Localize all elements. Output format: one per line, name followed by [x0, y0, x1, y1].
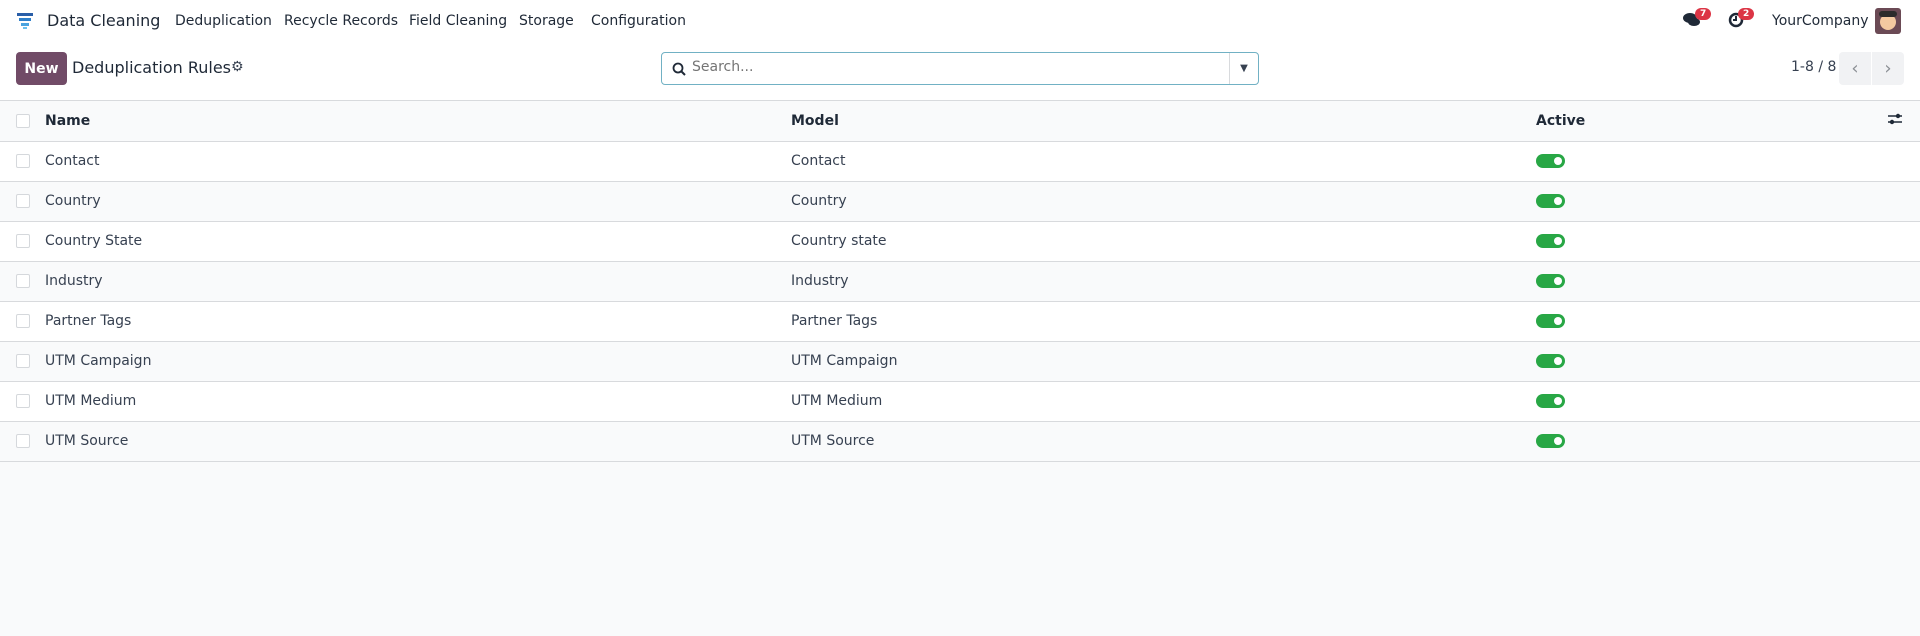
messages-button[interactable]: 7 — [1683, 8, 1712, 32]
select-all-checkbox[interactable] — [16, 113, 30, 128]
new-button[interactable]: New — [16, 52, 67, 85]
row-checkbox[interactable] — [16, 194, 30, 208]
menu-field-cleaning[interactable]: Field Cleaning — [409, 13, 507, 29]
cell-name[interactable]: Country — [45, 181, 791, 222]
cell-name[interactable]: Country State — [45, 221, 791, 262]
caret-down-icon: ▼ — [1240, 63, 1248, 74]
cell-model[interactable]: UTM Source — [791, 421, 1536, 462]
menu-configuration[interactable]: Configuration — [591, 13, 686, 29]
active-toggle[interactable] — [1536, 274, 1565, 288]
chevron-right-icon: › — [1884, 58, 1892, 79]
row-checkbox[interactable] — [16, 154, 30, 168]
table-row[interactable]: Country State Country state — [0, 221, 1920, 262]
cell-model[interactable]: UTM Medium — [791, 381, 1536, 422]
page-title: Deduplication Rules — [72, 58, 232, 77]
messages-badge: 7 — [1695, 8, 1712, 20]
cell-name[interactable]: Industry — [45, 261, 791, 302]
active-toggle[interactable] — [1536, 234, 1565, 248]
pager-value[interactable]: 1-8 / 8 — [1791, 59, 1836, 75]
active-toggle[interactable] — [1536, 314, 1565, 328]
cell-model[interactable]: Country state — [791, 221, 1536, 262]
column-header-active[interactable]: Active — [1536, 101, 1870, 142]
cell-model[interactable]: Partner Tags — [791, 301, 1536, 342]
active-toggle[interactable] — [1536, 194, 1565, 208]
search-icon[interactable] — [672, 62, 686, 76]
row-checkbox[interactable] — [16, 394, 30, 408]
table-row[interactable]: UTM Campaign UTM Campaign — [0, 341, 1920, 382]
search-options-toggle[interactable]: ▼ — [1229, 53, 1258, 84]
cell-model[interactable]: Industry — [791, 261, 1536, 302]
row-checkbox[interactable] — [16, 434, 30, 448]
app-name[interactable]: Data Cleaning — [47, 11, 160, 30]
table-row[interactable]: Contact Contact — [0, 141, 1920, 182]
activities-button[interactable]: 2 — [1728, 8, 1755, 32]
cell-name[interactable]: UTM Medium — [45, 381, 791, 422]
column-header-model[interactable]: Model — [791, 101, 1536, 142]
table-row[interactable]: Industry Industry — [0, 261, 1920, 302]
row-checkbox[interactable] — [16, 314, 30, 328]
chevron-left-icon: ‹ — [1851, 58, 1859, 79]
cell-name[interactable]: Partner Tags — [45, 301, 791, 342]
pager-previous-button[interactable]: ‹ — [1839, 52, 1871, 85]
search-bar: ▼ — [661, 52, 1259, 85]
menu-recycle-records[interactable]: Recycle Records — [284, 13, 398, 29]
cell-model[interactable]: UTM Campaign — [791, 341, 1536, 382]
active-toggle[interactable] — [1536, 394, 1565, 408]
table-header-row: Name Model Active — [0, 101, 1920, 142]
search-input[interactable] — [692, 59, 1212, 75]
active-toggle[interactable] — [1536, 434, 1565, 448]
row-checkbox[interactable] — [16, 234, 30, 248]
control-panel: New Deduplication Rules ⚙ ▼ 1-8 / 8 ‹ › — [0, 42, 1920, 101]
table-row[interactable]: UTM Medium UTM Medium — [0, 381, 1920, 422]
row-checkbox[interactable] — [16, 354, 30, 368]
table-row[interactable]: UTM Source UTM Source — [0, 421, 1920, 462]
gear-icon[interactable]: ⚙ — [231, 59, 244, 75]
cell-model[interactable]: Contact — [791, 141, 1536, 182]
row-checkbox[interactable] — [16, 274, 30, 288]
active-toggle[interactable] — [1536, 154, 1565, 168]
records-table: Name Model Active Contact Contact Countr… — [0, 101, 1920, 462]
user-avatar[interactable] — [1875, 8, 1901, 34]
cell-name[interactable]: Contact — [45, 141, 791, 182]
optional-columns-icon[interactable] — [1887, 113, 1903, 130]
menu-storage[interactable]: Storage — [519, 13, 574, 29]
cell-model[interactable]: Country — [791, 181, 1536, 222]
activities-badge: 2 — [1738, 8, 1755, 20]
cell-name[interactable]: UTM Source — [45, 421, 791, 462]
table-row[interactable]: Partner Tags Partner Tags — [0, 301, 1920, 342]
active-toggle[interactable] — [1536, 354, 1565, 368]
menu-deduplication[interactable]: Deduplication — [175, 13, 272, 29]
pager-next-button[interactable]: › — [1872, 52, 1904, 85]
cell-name[interactable]: UTM Campaign — [45, 341, 791, 382]
table-row[interactable]: Country Country — [0, 181, 1920, 222]
data-cleaning-logo-icon[interactable] — [16, 12, 34, 30]
column-header-name[interactable]: Name — [45, 101, 791, 142]
company-switcher[interactable]: YourCompany — [1772, 13, 1869, 29]
top-navbar: Data Cleaning Deduplication Recycle Reco… — [0, 0, 1920, 42]
